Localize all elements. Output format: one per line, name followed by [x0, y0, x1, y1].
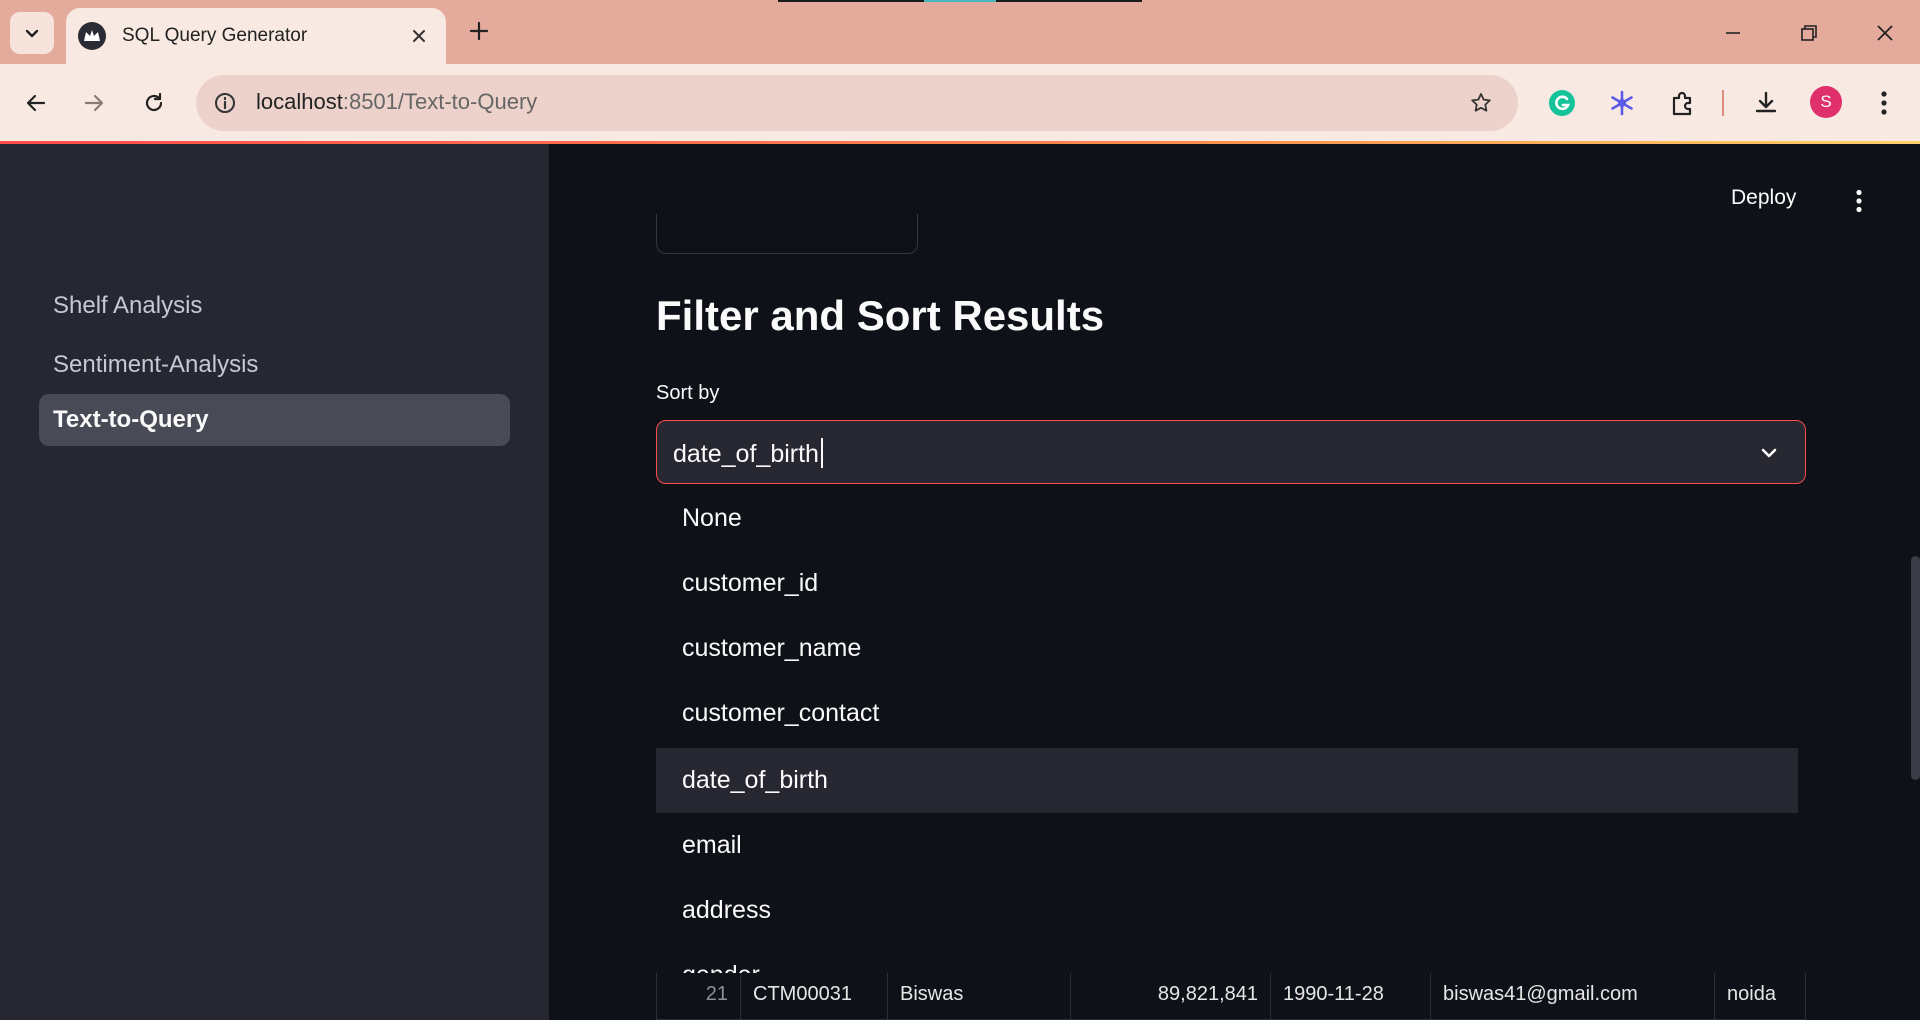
back-button[interactable]: [18, 85, 54, 121]
sort-by-select[interactable]: date_of_birth: [656, 420, 1806, 484]
table-cell-date-of-birth[interactable]: 1990-11-28: [1271, 967, 1431, 1020]
chevron-down-icon: [25, 29, 39, 38]
sidebar-item-text-to-query[interactable]: Text-to-Query: [39, 394, 510, 446]
arrow-right-icon: [84, 94, 104, 112]
url-text: localhost:8501/Text-to-Query: [256, 89, 537, 115]
arrow-left-icon: [26, 94, 46, 112]
sort-by-label: Sort by: [656, 382, 720, 404]
table-cell-index: 21: [657, 967, 741, 1020]
table-cell-customer-id[interactable]: CTM00031: [741, 967, 888, 1020]
address-bar[interactable]: localhost:8501/Text-to-Query: [196, 75, 1518, 131]
sidebar-item-sentiment-analysis[interactable]: Sentiment-Analysis: [39, 339, 510, 391]
sort-by-input[interactable]: date_of_birth: [673, 438, 823, 469]
close-icon: [1877, 25, 1893, 41]
toolbar-divider: [1722, 90, 1724, 116]
download-icon[interactable]: [1746, 83, 1786, 123]
restore-icon: [1801, 25, 1817, 41]
tab-title: SQL Query Generator: [122, 25, 308, 46]
snowflake-extension-icon[interactable]: [1602, 83, 1642, 123]
app-menu-icon[interactable]: [1846, 186, 1872, 216]
site-info-icon[interactable]: [210, 88, 240, 118]
chevron-down-icon[interactable]: [1755, 439, 1783, 467]
reload-icon: [145, 92, 163, 112]
streamlit-crown-icon: [78, 22, 106, 50]
option-address[interactable]: address: [656, 878, 1798, 943]
option-customer-contact[interactable]: customer_contact: [656, 681, 1798, 746]
option-email[interactable]: email: [656, 813, 1798, 878]
plus-icon: [469, 21, 489, 41]
option-gender[interactable]: gender: [656, 943, 1798, 973]
chrome-menu-icon[interactable]: [1864, 83, 1904, 123]
table-cell-customer-name[interactable]: Biswas: [888, 967, 1071, 1020]
table-cell-customer-contact[interactable]: 89,821,841: [1071, 967, 1271, 1020]
minimize-icon: [1726, 32, 1740, 34]
option-date-of-birth[interactable]: date_of_birth: [656, 748, 1798, 813]
browser-tab[interactable]: SQL Query Generator: [66, 8, 446, 64]
forward-button[interactable]: [76, 85, 112, 121]
bookmark-star-icon[interactable]: [1466, 88, 1496, 118]
profile-avatar[interactable]: S: [1810, 86, 1842, 118]
previous-widget-edge: [656, 214, 918, 254]
page-scrollbar[interactable]: [1911, 556, 1920, 780]
table-row[interactable]: 21 CTM00031 Biswas 89,821,841 1990-11-28…: [656, 966, 1806, 1020]
url-host: localhost: [256, 89, 343, 114]
grammarly-icon[interactable]: [1542, 83, 1582, 123]
sort-by-value: date_of_birth: [673, 440, 819, 468]
option-none[interactable]: None: [656, 486, 1798, 551]
browser-tab-bar: SQL Query Generator: [0, 0, 1920, 64]
sidebar: Shelf Analysis Sentiment-Analysis Text-t…: [0, 144, 549, 1020]
option-customer-id[interactable]: customer_id: [656, 551, 1798, 616]
url-path: :8501/Text-to-Query: [342, 89, 538, 114]
option-customer-name[interactable]: customer_name: [656, 616, 1798, 681]
sort-by-options-list: None customer_id customer_name customer_…: [656, 486, 1806, 973]
tab-search-button[interactable]: [10, 12, 54, 54]
deploy-button[interactable]: Deploy: [1731, 186, 1796, 210]
text-cursor: [820, 438, 823, 468]
extensions-puzzle-icon[interactable]: [1662, 83, 1702, 123]
close-window-button[interactable]: [1862, 10, 1908, 56]
sidebar-item-shelf-analysis[interactable]: Shelf Analysis: [39, 280, 510, 332]
browser-toolbar: localhost:8501/Text-to-Query: [0, 64, 1920, 142]
new-tab-button[interactable]: [462, 14, 496, 48]
minimize-button[interactable]: [1710, 10, 1756, 56]
tab-close-icon[interactable]: [406, 23, 432, 49]
table-cell-email[interactable]: biswas41@gmail.com: [1431, 967, 1715, 1020]
page-heading: Filter and Sort Results: [656, 292, 1105, 339]
reload-button[interactable]: [136, 85, 172, 121]
restore-button[interactable]: [1786, 10, 1832, 56]
loading-strip: [778, 0, 1142, 2]
table-cell-address[interactable]: noida: [1715, 967, 1807, 1020]
